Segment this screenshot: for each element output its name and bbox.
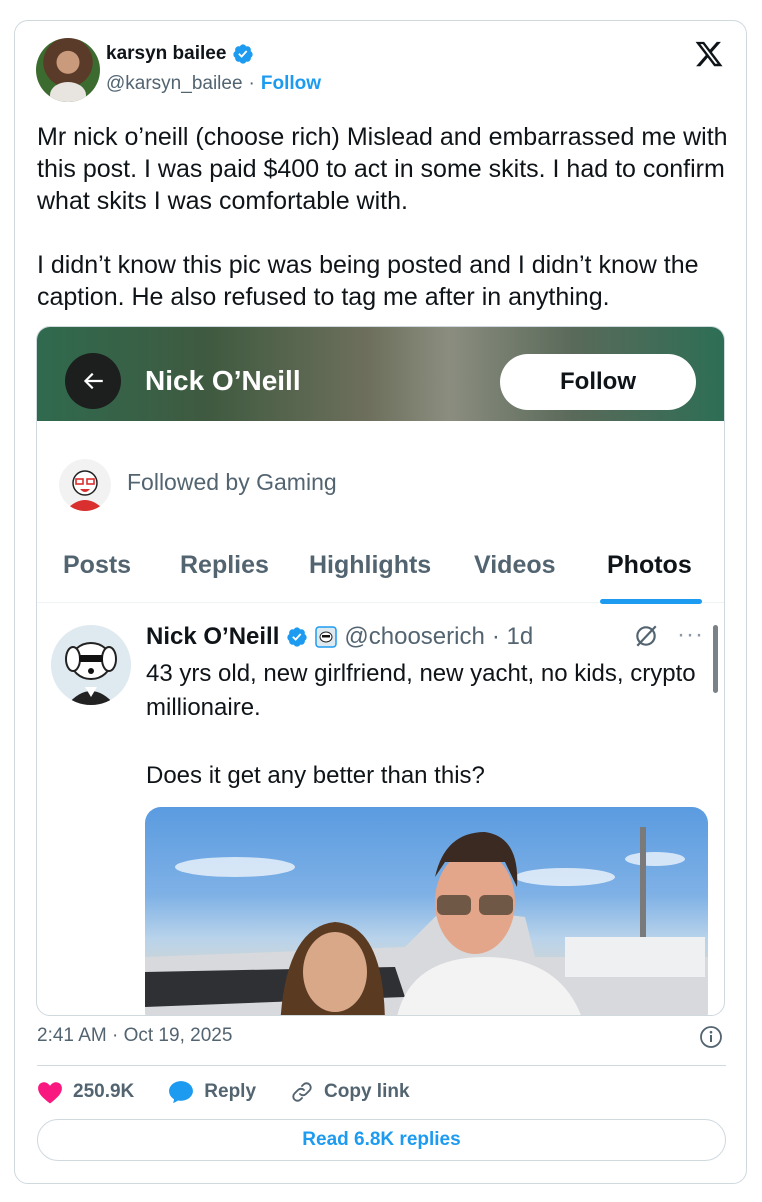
post-author-handle: @chooserich	[344, 623, 485, 650]
author-handle[interactable]: @karsyn_bailee	[106, 73, 243, 95]
tab-highlights: Highlights	[309, 551, 432, 579]
link-icon	[292, 1082, 312, 1102]
tab-photos: Photos	[607, 551, 692, 579]
tab-videos: Videos	[474, 551, 556, 579]
followed-by-avatar	[59, 459, 111, 511]
tab-posts: Posts	[63, 551, 132, 579]
more-icon: ···	[677, 621, 704, 648]
post-text: 43 yrs old, new girlfriend, new yacht, n…	[146, 657, 706, 827]
screenshot-follow-button: Follow	[500, 354, 696, 410]
active-tab-indicator	[600, 599, 702, 604]
heart-icon	[38, 1082, 62, 1104]
post-paragraph: 43 yrs old, new girlfriend, new yacht, n…	[146, 660, 696, 721]
reply-icon	[169, 1081, 194, 1104]
reply-button[interactable]: Reply	[168, 1080, 256, 1104]
author-avatar[interactable]	[36, 38, 100, 102]
post-photo	[145, 807, 708, 1015]
post-author-name: Nick O’Neill	[146, 623, 280, 650]
post-age: · 1d	[491, 623, 534, 650]
post-header: Nick O’Neill @chooserich · 1d	[146, 623, 533, 651]
back-button	[65, 353, 121, 409]
verified-badge-icon	[233, 44, 254, 64]
verified-badge-icon	[287, 627, 308, 647]
tweet-paragraph: Mr nick o’neill (choose rich) Mislead an…	[37, 123, 728, 215]
affiliate-badge-icon	[315, 626, 338, 648]
divider	[37, 1065, 726, 1066]
action-bar: 250.9K Reply Copy link	[37, 1079, 444, 1105]
profile-tabs: Posts Replies Highlights Videos Photos	[37, 535, 724, 604]
followed-by-text: Followed by Gaming	[127, 469, 337, 495]
read-replies-button[interactable]: Read 6.8K replies	[37, 1119, 726, 1161]
separator: ·	[248, 73, 255, 94]
grok-icon	[636, 625, 657, 647]
author-name[interactable]: karsyn bailee	[106, 43, 226, 65]
copy-link-label: Copy link	[324, 1081, 410, 1102]
reply-label: Reply	[204, 1081, 257, 1102]
follow-link[interactable]: Follow	[261, 73, 321, 95]
tweet-card: karsyn bailee @karsyn_bailee · Follow Mr…	[14, 20, 747, 1184]
author-handle-row: @karsyn_bailee · Follow	[106, 73, 321, 95]
profile-header-title: Nick O’Neill	[145, 365, 301, 396]
x-logo-icon[interactable]	[694, 39, 724, 69]
info-icon[interactable]	[699, 1025, 723, 1049]
copy-link-button[interactable]: Copy link	[290, 1080, 410, 1104]
scrollbar	[713, 625, 718, 693]
like-button[interactable]: 250.9K	[37, 1080, 134, 1104]
likes-count: 250.9K	[73, 1081, 135, 1102]
tab-replies: Replies	[180, 551, 269, 579]
tweet-text: Mr nick o’neill (choose rich) Mislead an…	[37, 121, 737, 345]
embedded-screenshot[interactable]: Nick O’Neill Follow Followed by Gaming P…	[36, 326, 725, 1016]
tweet-timestamp[interactable]: 2:41 AM · Oct 19, 2025	[37, 1025, 232, 1047]
back-arrow-icon	[83, 372, 103, 390]
tweet-paragraph: I didn’t know this pic was being posted …	[37, 251, 699, 311]
post-author-avatar	[51, 625, 131, 705]
post-paragraph: Does it get any better than this?	[146, 762, 485, 789]
author-name-row: karsyn bailee	[106, 43, 254, 65]
